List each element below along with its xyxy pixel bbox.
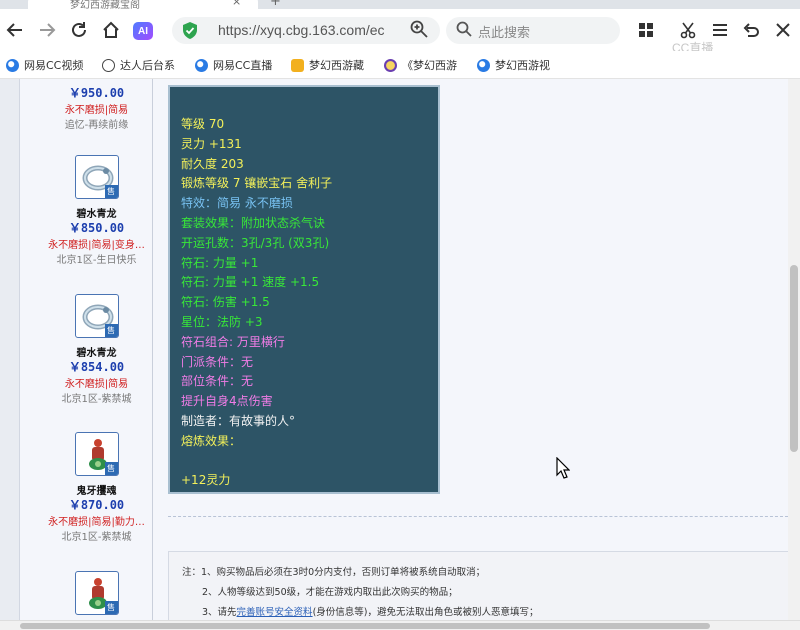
detail-line: 开运孔数：3孔/3孔 (双3孔) [181, 235, 330, 250]
bookmark-item[interactable]: 《梦幻西游 [384, 57, 464, 73]
detail-line: 部位条件：无 [181, 374, 254, 389]
back-icon[interactable] [2, 17, 28, 43]
search-box[interactable]: 点此搜索 [446, 17, 620, 44]
sale-badge: 售 [104, 324, 118, 337]
item-name: 碧水青龙 [76, 348, 117, 359]
item-server: 北京1区-生日快乐 [56, 255, 137, 266]
cc-icon [6, 58, 19, 72]
detail-line: 锻炼等级 7 镶嵌宝石 舍利子 [181, 176, 333, 191]
item-server: 北京1区-紫禁城 [61, 532, 132, 543]
search-placeholder: 点此搜索 [478, 26, 531, 41]
detail-line: 套装效果：附加状态杀气诀 [181, 215, 326, 230]
cc-icon [195, 58, 208, 72]
page-content: ￥950.00 永不磨损|简易 追忆-再续前缘 售 碧水青龙 ￥850.00 永… [0, 79, 800, 620]
jade-dragon-icon[interactable]: 售 [74, 155, 119, 199]
detail-line: 符石组合: 万里横行 [181, 334, 285, 349]
horizontal-scrollbar[interactable] [0, 620, 800, 630]
new-tab-icon[interactable]: + [270, 0, 281, 9]
detail-line: 制造者：有故事的人° [181, 413, 296, 428]
purchase-notes: 注：1、购买物品后必须在3时0分内支付，否则订单将被系统自动取消； 2、人物等级… [168, 551, 788, 620]
detail-line: 门派条件：无 [181, 354, 254, 369]
star-icon [291, 58, 304, 72]
tab-strip: 梦幻西游藏宝阁 × + [0, 0, 800, 11]
address-bar[interactable]: https://xyq.cbg.163.com/ec [172, 17, 440, 44]
detail-line: 星位：法防 +3 [181, 314, 263, 329]
list-item[interactable]: 售 碧水青龙 ￥850.00 永不磨损|简易|变身… 北京1区-生日快乐 [40, 155, 153, 266]
ghost-fang-icon[interactable]: 售 [74, 571, 119, 615]
forward-icon[interactable] [34, 17, 60, 43]
mouse-cursor-icon [556, 457, 570, 479]
detail-line: 符石: 力量 +1 [181, 255, 259, 270]
ghost-fang-icon[interactable]: 售 [74, 432, 119, 476]
sale-badge: 售 [104, 185, 118, 198]
browser-toolbar: AI https://xyq.cbg.163.com/ec 点此搜索 CC直播 [0, 9, 800, 55]
bookmark-item[interactable]: 梦幻西游藏 [291, 57, 371, 73]
item-name: 碧水青龙 [76, 209, 117, 220]
home-icon[interactable] [98, 17, 124, 43]
sale-badge: 售 [104, 601, 118, 614]
ai-assistant-icon[interactable]: AI [133, 22, 153, 40]
gold-icon [384, 58, 397, 72]
bookmark-item[interactable]: 达人后台系 [102, 57, 182, 73]
secure-shield-icon [183, 22, 197, 39]
sale-badge: 售 [104, 462, 118, 475]
search-icon [456, 21, 472, 41]
note-line-1: 注：1、购买物品后必须在3时0分内支付，否则订单将被系统自动取消； [182, 567, 486, 578]
close-icon[interactable] [770, 17, 796, 43]
divider [168, 516, 788, 517]
bookmark-item[interactable]: 梦幻西游视 [477, 57, 561, 73]
detail-lines: 等级 70 灵力 +131 耐久度 203 锻炼等级 7 镶嵌宝石 舍利子 特效：简易 … [181, 115, 332, 491]
list-item[interactable]: 售 鬼牙攫魂 ￥870.00 永不磨损|简易|勤力… 北京1区-紫禁城 [40, 432, 153, 543]
item-tags: 永不磨损|简易 [64, 105, 129, 116]
item-tags: 永不磨损|简易|变身… [48, 240, 145, 251]
bookmark-item[interactable]: 网易CC直播 [195, 57, 279, 73]
browser-tab[interactable] [28, 0, 258, 9]
cc-icon [477, 58, 490, 72]
item-detail-panel: 等级 70 灵力 +131 耐久度 203 锻炼等级 7 镶嵌宝石 舍利子 特效：简易 … [168, 85, 440, 494]
url-text[interactable]: https://xyq.cbg.163.com/ec [218, 22, 384, 38]
detail-line: 特效：简易 永不磨损 [181, 196, 293, 211]
list-item[interactable]: 售 [40, 571, 153, 621]
list-item[interactable]: 售 碧水青龙 ￥854.00 永不磨损|简易 北京1区-紫禁城 [40, 294, 153, 405]
item-tags: 永不磨损|简易|勤力… [48, 517, 145, 528]
detail-line: +12灵力 [181, 473, 231, 488]
item-tags: 永不磨损|简易 [64, 379, 129, 390]
detail-line: 耐久度 203 [181, 156, 244, 171]
left-rail [0, 79, 20, 620]
apps-grid-icon[interactable] [633, 17, 659, 43]
note-line-3: 3、请先完善账号安全资料(身份信息等)，避免无法取出角色或被别人恶意填写； [202, 607, 539, 618]
item-name: 鬼牙攫魂 [76, 486, 117, 497]
zoom-icon[interactable] [410, 20, 428, 42]
detail-line: 灵力 +131 [181, 136, 242, 151]
bookmark-item[interactable]: 网易CC视频 [6, 57, 92, 73]
note-line-2: 2、人物等级达到50级，才能在游戏内取出此次购买的物品； [202, 587, 458, 598]
horizontal-scroll-thumb[interactable] [20, 623, 710, 629]
jade-dragon-icon[interactable]: 售 [74, 294, 119, 338]
detail-line: 提升自身4点伤害 [181, 394, 273, 409]
reload-icon[interactable] [66, 17, 92, 43]
detail-line: 符石: 力量 +1 速度 +1.5 [181, 275, 320, 290]
item-price: ￥850.00 [68, 221, 125, 235]
undo-icon[interactable] [738, 17, 764, 43]
account-security-link[interactable]: 完善账号安全资料 [237, 607, 313, 618]
detail-line: 等级 70 [181, 117, 225, 131]
item-price: ￥854.00 [68, 360, 125, 374]
bookmarks-bar: 网易CC视频 达人后台系 网易CC直播 梦幻西游藏 《梦幻西游 梦幻西游视 [0, 51, 800, 79]
list-item[interactable]: ￥950.00 永不磨损|简易 追忆-再续前缘 [40, 84, 153, 131]
globe-icon [102, 58, 115, 72]
vertical-scrollbar[interactable] [788, 79, 800, 620]
item-price: ￥870.00 [68, 498, 125, 512]
item-server: 北京1区-紫禁城 [61, 394, 132, 405]
tab-close-icon[interactable]: × [232, 0, 241, 8]
listing-column: ￥950.00 永不磨损|简易 追忆-再续前缘 售 碧水青龙 ￥850.00 永… [40, 79, 153, 620]
detail-line [181, 452, 332, 472]
detail-line: 符石: 伤害 +1.5 [181, 295, 270, 310]
detail-line: 熔炼效果： [181, 433, 242, 448]
item-server: 追忆-再续前缘 [64, 120, 129, 131]
item-price: ￥950.00 [68, 86, 125, 100]
vertical-scroll-thumb[interactable] [790, 265, 798, 452]
